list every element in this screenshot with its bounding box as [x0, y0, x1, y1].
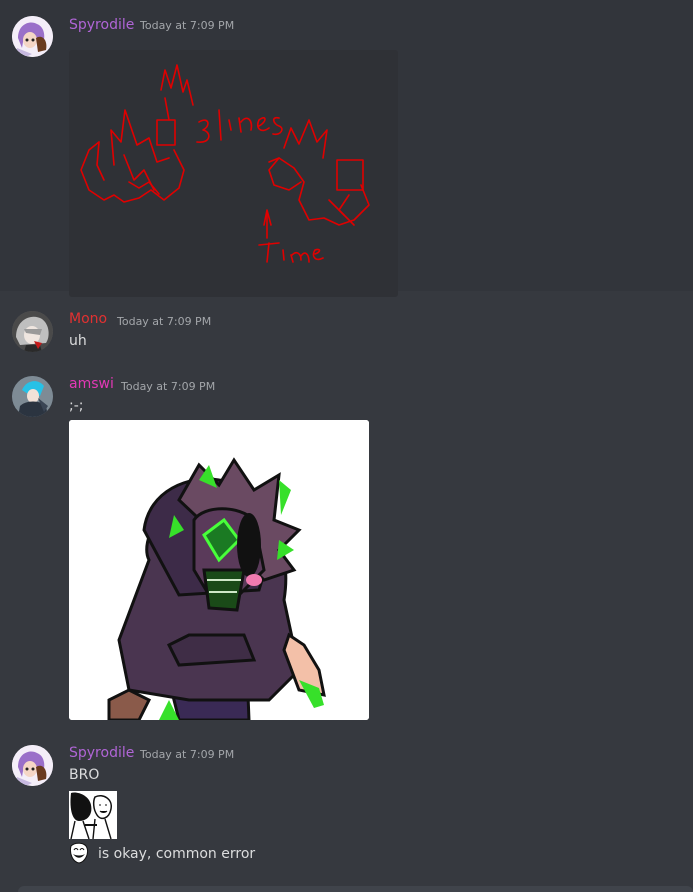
- meme-image: [69, 791, 117, 839]
- timestamp: Today at 7:09 PM: [117, 315, 212, 328]
- username[interactable]: Spyrodile: [69, 745, 134, 761]
- message-text: ;-;: [69, 398, 84, 414]
- trollface-emoji-icon[interactable]: [69, 842, 89, 864]
- chat-input-bar[interactable]: [18, 886, 693, 892]
- username[interactable]: Spyrodile: [69, 17, 134, 33]
- avatar[interactable]: [12, 376, 53, 417]
- avatar[interactable]: [12, 16, 53, 57]
- username[interactable]: amswi: [69, 376, 114, 392]
- image-attachment-drawing[interactable]: [69, 50, 398, 297]
- timestamp: Today at 7:09 PM: [140, 748, 235, 761]
- hooded-character-image: [69, 420, 369, 720]
- avatar-blue-hair-icon: [12, 376, 53, 417]
- red-doodle-drawing: [80, 64, 370, 263]
- message-1[interactable]: Spyrodile Today at 7:09 PM: [0, 12, 693, 297]
- timestamp: Today at 7:09 PM: [121, 380, 216, 393]
- top-strip: [0, 0, 693, 12]
- message-text: uh: [69, 333, 87, 349]
- image-attachment-character-art[interactable]: [69, 420, 369, 720]
- image-attachment-meme[interactable]: [69, 791, 117, 839]
- username[interactable]: Mono: [69, 311, 107, 327]
- avatar-gray-hair-icon: [12, 311, 53, 352]
- avatar[interactable]: [12, 311, 53, 352]
- message-2[interactable]: Mono Today at 7:09 PM uh: [0, 300, 693, 360]
- avatar-purple-hair-icon: [12, 16, 53, 57]
- message-text: is okay, common error: [98, 846, 256, 862]
- message-text: BRO: [69, 767, 100, 783]
- avatar[interactable]: [12, 745, 53, 786]
- avatar-purple-hair-icon: [12, 745, 53, 786]
- timestamp: Today at 7:09 PM: [140, 19, 235, 32]
